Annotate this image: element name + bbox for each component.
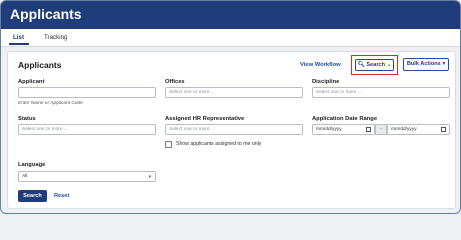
search-icon: 🔍︎ xyxy=(357,62,365,68)
date-range-label: Application Date Range xyxy=(312,116,378,122)
applicants-search-card: Applicants View Workflow 🔍︎ Search ⌄ Bul… xyxy=(7,51,456,209)
offices-select[interactable]: Select one or more ... xyxy=(165,87,303,98)
tab-tracking[interactable]: Tracking xyxy=(44,34,68,42)
bulk-actions-label: Bulk Actions xyxy=(406,61,441,67)
bulk-actions-button[interactable]: Bulk Actions ▾ xyxy=(403,58,449,71)
date-to-placeholder: mm/dd/yyyy xyxy=(391,127,417,132)
applicant-hint: Enter Name or Applicant Code xyxy=(18,101,83,106)
calendar-icon xyxy=(441,127,446,132)
search-toggle-button[interactable]: 🔍︎ Search ⌄ xyxy=(355,59,394,71)
search-toggle-label: Search xyxy=(366,62,386,68)
date-from-placeholder: mm/dd/yyyy xyxy=(316,127,342,132)
caret-down-icon: ▾ xyxy=(442,61,446,67)
status-label: Status xyxy=(18,116,36,122)
discipline-select[interactable]: Select one or more ... xyxy=(312,87,450,98)
active-tab-indicator xyxy=(9,43,29,45)
calendar-icon xyxy=(366,127,371,132)
applicant-label: Applicant xyxy=(18,79,45,85)
date-to-input[interactable]: mm/dd/yyyy xyxy=(387,124,450,135)
status-select[interactable]: Select one or more ... xyxy=(18,124,156,135)
show-assigned-checkbox[interactable] xyxy=(165,141,172,148)
view-workflow-link[interactable]: View Workflow xyxy=(300,62,341,69)
app-window: Applicants List Tracking Applicants View… xyxy=(0,0,461,214)
page-header: Applicants xyxy=(1,1,460,29)
show-assigned-label: Show applicants assigned to me only xyxy=(176,141,262,147)
assigned-hr-label: Assigned HR Representative xyxy=(165,116,245,122)
card-title: Applicants xyxy=(18,60,62,70)
applicant-input[interactable] xyxy=(18,87,156,98)
chevron-down-icon: ⌄ xyxy=(386,62,392,68)
caret-down-icon: ▾ xyxy=(148,175,151,180)
date-range-separator: - xyxy=(375,124,387,135)
search-submit-button[interactable]: Search xyxy=(18,190,47,202)
language-select[interactable]: All ▾ xyxy=(18,171,156,182)
language-label: Language xyxy=(18,162,46,168)
language-selected-value: All xyxy=(22,174,28,179)
tab-bar: List Tracking xyxy=(1,29,460,47)
page-title: Applicants xyxy=(10,6,82,22)
date-from-input[interactable]: mm/dd/yyyy xyxy=(312,124,375,135)
reset-link[interactable]: Reset xyxy=(54,193,69,200)
tab-list[interactable]: List xyxy=(13,34,24,42)
assigned-hr-select[interactable]: Select one or more ... xyxy=(165,124,303,135)
discipline-label: Discipline xyxy=(312,79,340,85)
offices-label: Offices xyxy=(165,79,185,85)
